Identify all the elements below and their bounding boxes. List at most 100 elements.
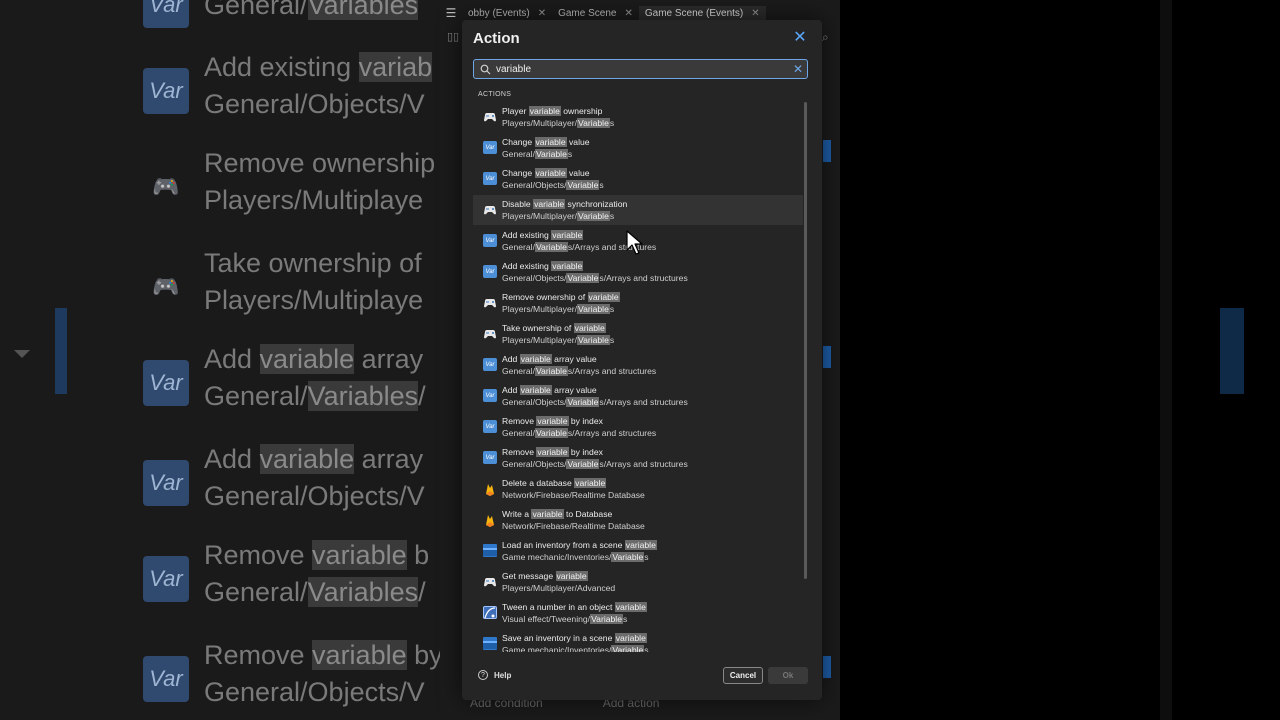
tab-game-scene[interactable]: Game Scene ✕	[552, 6, 639, 21]
gamepad-icon: 🎮	[152, 274, 180, 299]
search-match-highlight: Variable	[534, 366, 568, 376]
action-list-item[interactable]: Remove ownership of variable Players/Mult…	[473, 288, 803, 318]
tween-icon	[483, 606, 497, 619]
background-row-path: General/Objects/V	[204, 677, 425, 707]
firebase-icon	[483, 482, 497, 496]
search-input[interactable]	[496, 60, 789, 78]
action-list-item[interactable]: Var Add variable array value General/Objec…	[473, 381, 803, 411]
search-match-highlight: variable	[614, 602, 647, 612]
search-match-highlight: variable	[573, 323, 606, 333]
close-tab-icon[interactable]: ✕	[751, 8, 759, 19]
action-category-path: Game mechanic/Inventories/Variables	[502, 644, 649, 652]
search-match-highlight: Variable	[611, 552, 645, 562]
text-segment: s	[609, 211, 615, 221]
search-match-highlight: Variable	[534, 242, 568, 252]
tab-game-scene-events[interactable]: Game Scene (Events) ✕	[638, 5, 766, 21]
action-name: Player variable ownership	[502, 105, 614, 117]
text-segment: ownership	[560, 106, 603, 116]
hamburger-menu-icon[interactable]: ☰	[440, 6, 462, 20]
list-scrollbar[interactable]	[804, 102, 807, 579]
text-segment: Disable	[502, 199, 534, 209]
help-icon: ?	[478, 670, 488, 680]
actions-list[interactable]: ACTIONS Player variable ownership Players…	[473, 82, 808, 652]
action-list-item[interactable]: Save an inventory in a scene variable Gam…	[473, 629, 803, 652]
text-segment: Delete a database	[502, 478, 575, 488]
tab-label: obby (Events)	[468, 7, 530, 19]
close-tab-icon[interactable]: ✕	[538, 8, 546, 19]
layout-icon[interactable]: ▯▯	[447, 30, 459, 43]
search-icon[interactable]: ⌕	[822, 30, 829, 45]
action-list-item[interactable]: Var Change variable value General/Variable…	[473, 133, 803, 163]
text-segment: Remove	[502, 447, 537, 457]
search-match-highlight: variable	[531, 509, 564, 519]
action-list-item[interactable]: Take ownership of variable Players/Multip…	[473, 319, 803, 349]
text-segment: to Database	[563, 509, 613, 519]
search-match-highlight: variable	[534, 137, 567, 147]
background-right-column	[1160, 0, 1172, 720]
action-category-path: Game mechanic/Inventories/Variables	[502, 551, 657, 563]
search-field[interactable]: ✕	[473, 59, 808, 79]
search-match-highlight: Variable	[590, 614, 623, 624]
action-list-item[interactable]: Write a variable to Database Network/Fire…	[473, 505, 803, 535]
search-match-highlight: variable	[555, 571, 588, 581]
text-segment: Save an inventory in a scene	[502, 633, 615, 643]
action-list-item[interactable]: Get message variable Players/Multiplayer/…	[473, 567, 803, 597]
action-name: Take ownership of variable	[502, 322, 614, 334]
background-row-title: Remove variable by	[204, 640, 440, 670]
background-row-path: Players/Multiplaye	[204, 185, 424, 215]
text-segment: General/	[502, 366, 535, 376]
action-list-item[interactable]: Var Remove variable by index General/Varia…	[473, 412, 803, 442]
close-tab-icon[interactable]: ✕	[624, 8, 632, 19]
search-match-highlight: variable	[614, 633, 647, 643]
text-segment: Players/Multiplayer/	[502, 118, 577, 128]
background-row-title: Remove variable b	[204, 540, 430, 570]
text-segment: s/Arrays and structures	[599, 397, 688, 407]
action-list-item[interactable]: Var Change variable value General/Objects/…	[473, 164, 803, 194]
variable-icon: Var	[483, 141, 497, 154]
background-row-title: Take ownership of	[204, 248, 422, 278]
clear-search-icon[interactable]: ✕	[789, 62, 807, 76]
action-name: Add existing variable	[502, 260, 688, 272]
help-button[interactable]: ? Help	[478, 670, 511, 680]
multiplayer-icon	[483, 110, 497, 123]
text-segment: General/Objects/	[502, 459, 567, 469]
background-row-path: General/Objects/V	[204, 89, 425, 119]
action-list-item[interactable]: Player variable ownership Players/Multipl…	[473, 102, 803, 132]
background-highlight: variable	[259, 344, 355, 374]
ok-button[interactable]: Ok	[768, 667, 808, 684]
text-segment: value	[566, 168, 590, 178]
action-category-path: General/Objects/Variables/Arrays and str…	[502, 396, 688, 408]
tab-lobby-events[interactable]: obby (Events) ✕	[462, 6, 552, 21]
action-list-item[interactable]: Disable variable synchronization Players/…	[473, 195, 803, 225]
close-icon[interactable]: ✕	[792, 30, 808, 46]
text-segment: s	[609, 335, 615, 345]
text-segment: Load an inventory from a scene	[502, 540, 625, 550]
text-segment: Visual effect/Tweening/	[502, 614, 591, 624]
variable-icon: Var	[483, 389, 497, 402]
variable-icon: Var	[143, 460, 189, 506]
background-highlight: variable	[312, 640, 407, 670]
action-list-item[interactable]: Tween a number in an object variable Visu…	[473, 598, 803, 628]
action-list-item[interactable]: Delete a database variable Network/Fireba…	[473, 474, 803, 504]
text-segment: Players/Multiplayer/	[502, 304, 577, 314]
text-segment: Tween a number in an object	[502, 602, 615, 612]
dialog-title: Action	[473, 30, 520, 47]
action-list-item[interactable]: Var Add existing variable General/Objects/…	[473, 257, 803, 287]
action-category-path: General/Variables	[502, 148, 590, 160]
variable-icon: Var	[483, 420, 497, 433]
text-segment: Players/Multiplayer/	[502, 335, 577, 345]
background-highlight: Variables	[307, 0, 419, 20]
action-name: Change variable value	[502, 136, 590, 148]
action-list-item[interactable]: Var Add variable array value General/Varia…	[473, 350, 803, 380]
text-segment: Player	[502, 106, 529, 116]
search-match-highlight: variable	[551, 230, 584, 240]
action-list-item[interactable]: Var Remove variable by index General/Objec…	[473, 443, 803, 473]
search-match-highlight: Variable	[566, 180, 600, 190]
text-segment: by index	[568, 416, 603, 426]
search-match-highlight: Variable	[576, 304, 610, 314]
gamepad-icon: 🎮	[152, 174, 180, 199]
search-match-highlight: variable	[624, 540, 657, 550]
action-list-item[interactable]: Load an inventory from a scene variable G…	[473, 536, 803, 566]
cancel-button[interactable]: Cancel	[723, 667, 763, 684]
action-dialog: Action ✕ ✕ ACTIONS Player variable owner…	[462, 20, 822, 700]
